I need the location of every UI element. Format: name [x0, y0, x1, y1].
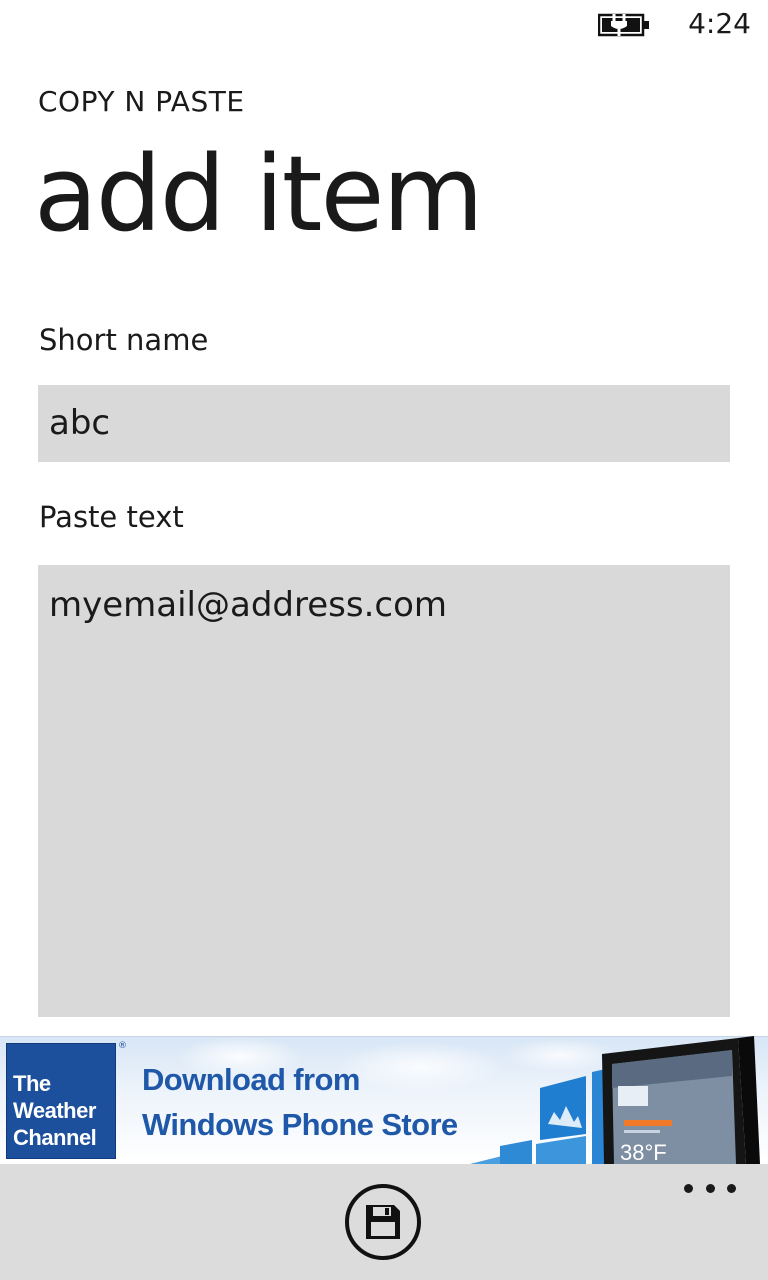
short-name-label: Short name: [39, 323, 209, 357]
registered-mark: ®: [118, 1041, 127, 1051]
ad-headline-line-2: Windows Phone Store: [142, 1107, 458, 1142]
battery-charging-icon: [598, 13, 649, 37]
ad-headline-line-1: Download from: [142, 1062, 360, 1097]
paste-text-input[interactable]: myemail@address.com: [38, 565, 730, 1017]
tablet-temperature: 38°F: [620, 1140, 667, 1164]
more-options-button[interactable]: [684, 1176, 736, 1200]
more-icon-dot: [727, 1183, 736, 1193]
status-bar: 4:24: [0, 0, 768, 48]
logo-line-the: The: [13, 1071, 51, 1096]
save-button[interactable]: [345, 1184, 421, 1260]
more-icon-dot: [705, 1183, 715, 1193]
ad-tablet-illustration: 38°F: [470, 1036, 760, 1164]
logo-line-weather: Weather: [13, 1098, 96, 1123]
save-icon: [366, 1205, 400, 1239]
status-time: 4:24: [688, 7, 751, 40]
paste-text-label: Paste text: [39, 500, 184, 534]
weather-channel-logo: The Weather Channel: [6, 1043, 116, 1159]
short-name-input[interactable]: [38, 385, 730, 462]
page-title: add item: [34, 133, 484, 255]
app-title: COPY N PASTE: [38, 85, 245, 118]
logo-line-channel: Channel: [13, 1125, 97, 1150]
more-icon-dot: [684, 1183, 693, 1193]
